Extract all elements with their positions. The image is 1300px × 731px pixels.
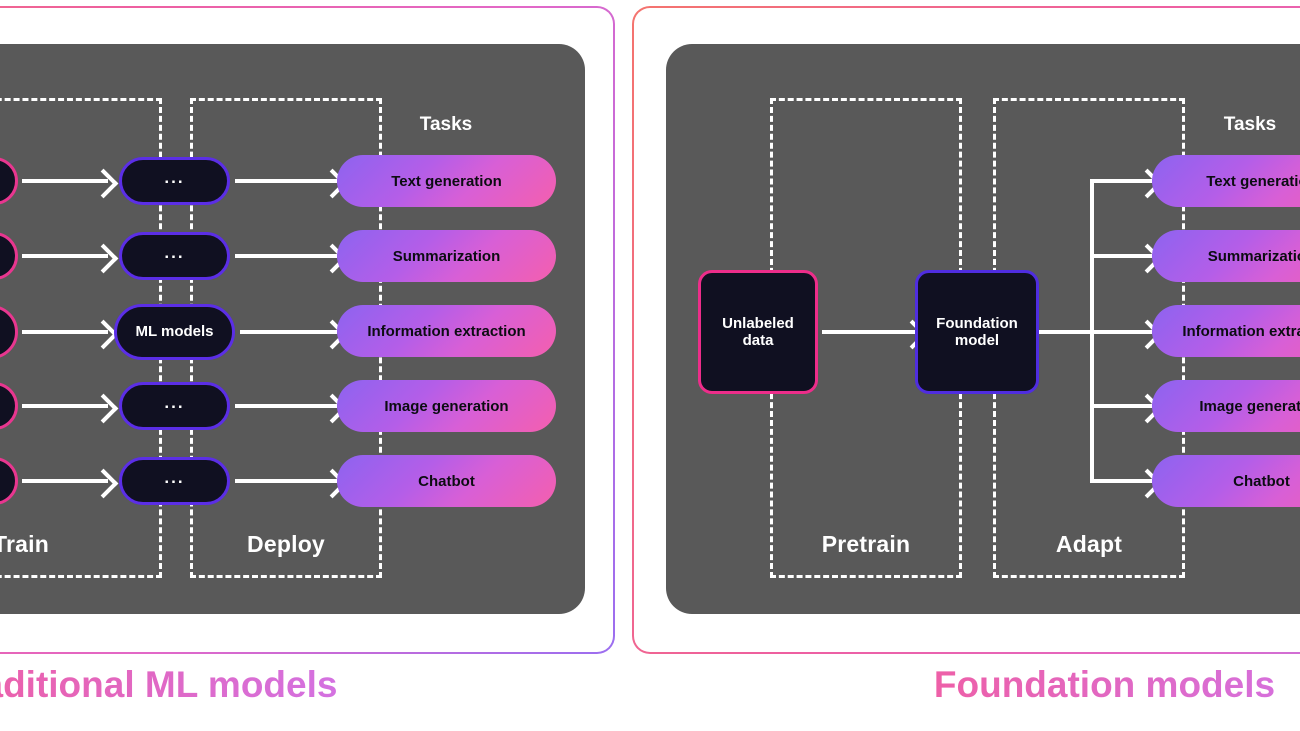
task-label: Chatbot [1233, 472, 1290, 490]
foundation-model-label-line1: Foundation [936, 314, 1018, 332]
caption-traditional-ml: Traditional ML models [0, 664, 615, 706]
ml-model-node-1[interactable]: ... [119, 157, 230, 205]
diagram-canvas: Train Deploy Tasks ••• ••• a ••• ••• ...… [0, 0, 1300, 731]
stage-label-train: Train [0, 531, 49, 557]
task-label: Text generation [391, 172, 502, 190]
task-pill-image-generation-right[interactable]: Image generation [1152, 380, 1300, 432]
stage-label-adapt: Adapt [1055, 531, 1123, 557]
ml-model-node-3[interactable]: ML models [114, 304, 235, 360]
task-pill-chatbot[interactable]: Chatbot [337, 455, 556, 507]
task-pill-image-generation[interactable]: Image generation [337, 380, 556, 432]
stage-label-deploy: Deploy [247, 531, 325, 557]
task-pill-information-extraction-right[interactable]: Information extraction [1152, 305, 1300, 357]
task-label: Information extraction [1182, 322, 1300, 340]
ellipsis-icon: ... [164, 393, 185, 413]
task-pill-summarization[interactable]: Summarization [337, 230, 556, 282]
unlabeled-data-label-line1: Unlabeled [722, 314, 794, 332]
task-label: Text generation [1206, 172, 1300, 190]
task-label: Chatbot [418, 472, 475, 490]
task-pill-summarization-right[interactable]: Summarization [1152, 230, 1300, 282]
task-label: Summarization [392, 247, 501, 265]
ml-model-node-2[interactable]: ... [119, 232, 230, 280]
foundation-model-label-line2: model [954, 332, 1000, 349]
task-pill-information-extraction[interactable]: Information extraction [337, 305, 556, 357]
unlabeled-data-node[interactable]: Unlabeled data [698, 270, 818, 394]
task-pill-text-generation[interactable]: Text generation [337, 155, 556, 207]
task-pill-chatbot-right[interactable]: Chatbot [1152, 455, 1300, 507]
unlabeled-data-label-line2: data [742, 332, 774, 349]
ml-model-label: ML models [135, 323, 214, 341]
ellipsis-icon: ... [164, 168, 185, 188]
tasks-heading-right: Tasks [1223, 114, 1277, 135]
stage-label-pretrain: Pretrain [821, 531, 911, 557]
ellipsis-icon: ... [164, 243, 185, 263]
connector-foundation-trunk-stem [1039, 330, 1094, 334]
task-label: Image generation [1199, 397, 1300, 415]
task-label: Image generation [384, 397, 509, 415]
task-label: Summarization [1207, 247, 1300, 265]
task-label: Information extraction [367, 322, 526, 340]
ml-model-node-4[interactable]: ... [119, 382, 230, 430]
ellipsis-icon: ... [164, 468, 185, 488]
foundation-model-node[interactable]: Foundation model [915, 270, 1039, 394]
ml-model-node-5[interactable]: ... [119, 457, 230, 505]
tasks-heading-left: Tasks [419, 114, 473, 135]
task-pill-text-generation-right[interactable]: Text generation [1152, 155, 1300, 207]
caption-foundation-models: Foundation models [632, 664, 1300, 706]
